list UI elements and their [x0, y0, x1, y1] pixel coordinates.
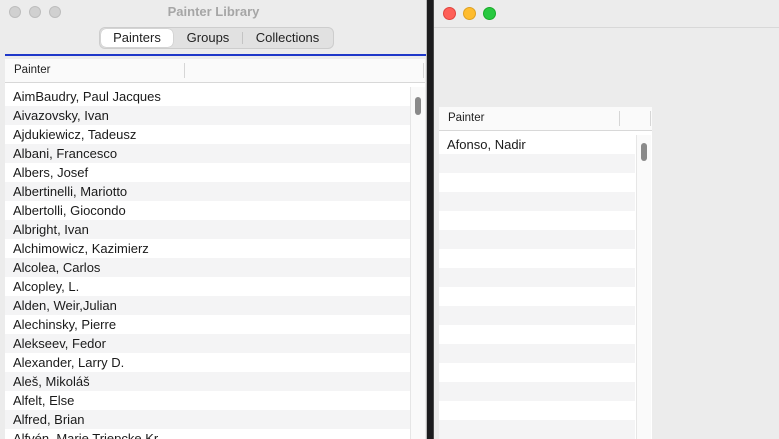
table-header: Painter: [5, 59, 425, 83]
table-row[interactable]: Aleš, Mikoláš: [5, 372, 410, 391]
close-button[interactable]: [443, 7, 456, 20]
selection-accent-line: [5, 54, 426, 56]
title-bar[interactable]: Painter Library: [0, 0, 426, 24]
column-divider[interactable]: [423, 63, 424, 78]
table-row[interactable]: Ajdukiewicz, Tadeusz: [5, 125, 410, 144]
table-row[interactable]: [439, 192, 635, 211]
table-row[interactable]: Albertinelli, Mariotto: [5, 182, 410, 201]
table-row[interactable]: [439, 230, 635, 249]
table-row[interactable]: Aivazovsky, Ivan: [5, 106, 410, 125]
table-row[interactable]: Alexander, Larry D.: [5, 353, 410, 372]
tab-groups[interactable]: Groups: [174, 29, 242, 47]
table-row[interactable]: Alfvén, Marie Triepcke Kr...: [5, 429, 410, 439]
table-row[interactable]: [439, 287, 635, 306]
table-row[interactable]: Alchimowicz, Kazimierz: [5, 239, 410, 258]
scrollbar-thumb[interactable]: [641, 143, 647, 161]
table-row[interactable]: [439, 249, 635, 268]
painters-table: Painter AimBaudry, Paul Jacques Aivazovsk…: [5, 59, 425, 439]
scrollbar-thumb[interactable]: [415, 97, 421, 115]
vertical-scrollbar[interactable]: [636, 135, 651, 439]
table-row[interactable]: [439, 344, 635, 363]
table-row[interactable]: Afonso, Nadir: [439, 135, 635, 154]
secondary-window: Painter Afonso, Nadir: [433, 0, 779, 439]
table-row[interactable]: Alcolea, Carlos: [5, 258, 410, 277]
table-row[interactable]: [439, 268, 635, 287]
column-divider[interactable]: [619, 111, 620, 126]
painter-list: Afonso, Nadir: [439, 135, 635, 439]
table-row[interactable]: [439, 363, 635, 382]
column-divider[interactable]: [184, 63, 185, 78]
vertical-scrollbar[interactable]: [410, 87, 425, 439]
window-title: Painter Library: [167, 4, 260, 19]
table-row[interactable]: Albright, Ivan: [5, 220, 410, 239]
painters-list: AimBaudry, Paul Jacques Aivazovsky, Ivan A…: [5, 87, 410, 439]
tab-collections[interactable]: Collections: [243, 29, 332, 47]
table-row[interactable]: [439, 154, 635, 173]
tab-painters[interactable]: Painters: [101, 29, 173, 47]
table-row[interactable]: Alden, Weir,Julian: [5, 296, 410, 315]
view-segmented-control: Painters Groups Collections: [99, 27, 334, 49]
table-row[interactable]: AimBaudry, Paul Jacques: [5, 87, 410, 106]
table-row[interactable]: [439, 325, 635, 344]
table-row[interactable]: Alekseev, Fedor: [5, 334, 410, 353]
table-row[interactable]: [439, 382, 635, 401]
table-row[interactable]: Alechinsky, Pierre: [5, 315, 410, 334]
table-row[interactable]: [439, 420, 635, 439]
table-row[interactable]: Alfelt, Else: [5, 391, 410, 410]
table-row[interactable]: [439, 173, 635, 192]
table-header: Painter: [439, 107, 652, 131]
painter-table: Painter Afonso, Nadir: [439, 107, 652, 439]
table-row[interactable]: Albers, Josef: [5, 163, 410, 182]
column-header-painter[interactable]: Painter: [14, 64, 50, 76]
column-header-painter[interactable]: Painter: [448, 112, 484, 124]
minimize-button[interactable]: [463, 7, 476, 20]
table-row[interactable]: Albertolli, Giocondo: [5, 201, 410, 220]
table-row[interactable]: Alcopley, L.: [5, 277, 410, 296]
title-bar[interactable]: [434, 0, 779, 28]
painter-library-window: Painter Library Painters Groups Collecti…: [0, 0, 427, 439]
table-row[interactable]: [439, 306, 635, 325]
table-row[interactable]: Alfred, Brian: [5, 410, 410, 429]
column-divider[interactable]: [650, 111, 651, 126]
table-row[interactable]: [439, 401, 635, 420]
table-row[interactable]: [439, 211, 635, 230]
table-row[interactable]: Albani, Francesco: [5, 144, 410, 163]
zoom-button[interactable]: [483, 7, 496, 20]
